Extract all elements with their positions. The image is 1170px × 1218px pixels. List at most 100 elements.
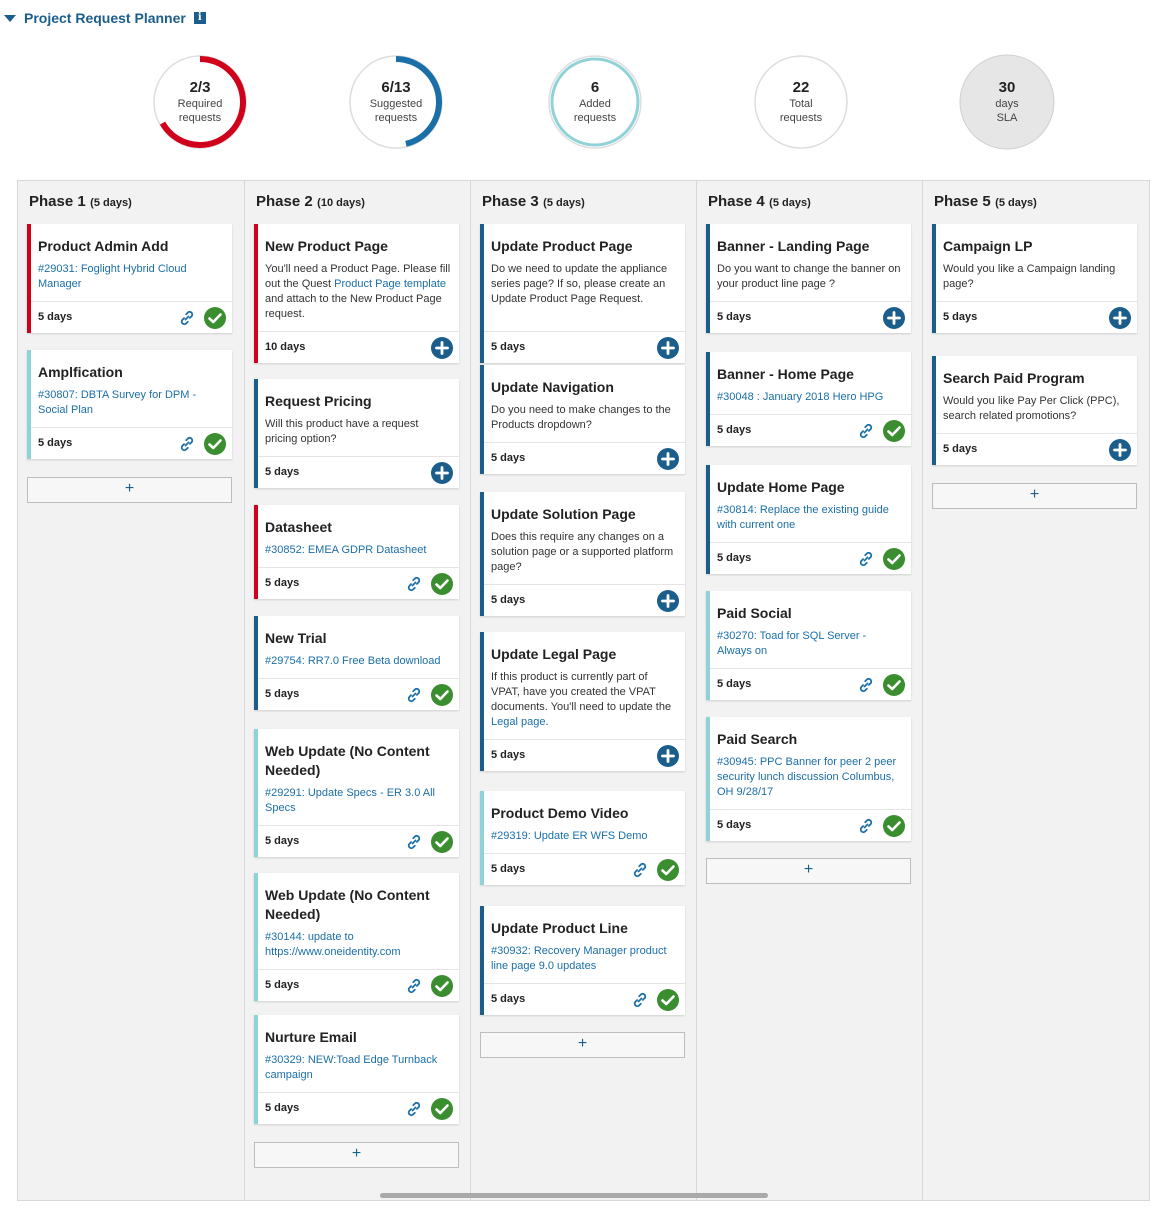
request-card[interactable]: Web Update (No Content Needed) #30144: up… bbox=[254, 873, 459, 1001]
request-card[interactable]: New Product Page You'll need a Product Pa… bbox=[254, 224, 459, 363]
request-link[interactable]: #29319: Update ER WFS Demo bbox=[491, 829, 677, 844]
link-icon[interactable] bbox=[858, 551, 874, 567]
request-card[interactable]: Request Pricing Will this product have a … bbox=[254, 379, 459, 488]
link-icon[interactable] bbox=[406, 576, 422, 592]
request-card[interactable]: Product Admin Add #29031: Foglight Hybrid… bbox=[27, 224, 232, 333]
request-card[interactable]: Datasheet #30852: EMEA GDPR Datasheet 5 da… bbox=[254, 505, 459, 599]
card-footer: 5 days bbox=[258, 1092, 459, 1124]
request-link[interactable]: #29291: Update Specs - ER 3.0 All Specs bbox=[265, 786, 451, 816]
request-card[interactable]: Search Paid Program Would you like Pay Pe… bbox=[932, 356, 1137, 465]
add-request-button[interactable]: + bbox=[480, 1032, 685, 1058]
add-circle-icon[interactable] bbox=[883, 307, 905, 329]
link-icon[interactable] bbox=[406, 1101, 422, 1117]
add-request-button[interactable]: + bbox=[27, 477, 232, 503]
info-icon[interactable]: i bbox=[193, 12, 206, 24]
request-card[interactable]: Update Navigation Do you need to make cha… bbox=[480, 365, 685, 474]
add-request-button[interactable]: + bbox=[932, 483, 1137, 509]
card-title: Update Product Page bbox=[491, 238, 633, 254]
check-icon[interactable] bbox=[883, 548, 905, 570]
card-footer: 5 days bbox=[484, 853, 685, 885]
check-icon[interactable] bbox=[883, 420, 905, 442]
check-icon[interactable] bbox=[431, 831, 453, 853]
stat-text: 2/3 Required requests bbox=[152, 54, 248, 150]
link-icon[interactable] bbox=[632, 862, 648, 878]
request-link[interactable]: #30932: Recovery Manager product line pa… bbox=[491, 944, 677, 974]
request-card[interactable]: Product Demo Video #29319: Update ER WFS … bbox=[480, 791, 685, 885]
link-icon[interactable] bbox=[406, 687, 422, 703]
request-link[interactable]: #30270: Toad for SQL Server - Always on bbox=[717, 629, 903, 659]
request-card[interactable]: Update Legal Page If this product is curr… bbox=[480, 632, 685, 771]
check-icon[interactable] bbox=[883, 815, 905, 837]
add-request-button[interactable]: + bbox=[706, 858, 911, 884]
link-icon[interactable] bbox=[179, 310, 195, 326]
page-title: Project Request Planner bbox=[24, 10, 186, 26]
add-circle-icon[interactable] bbox=[657, 745, 679, 767]
phase-duration: (5 days) bbox=[543, 197, 585, 209]
link-icon[interactable] bbox=[406, 834, 422, 850]
check-icon[interactable] bbox=[657, 859, 679, 881]
request-card[interactable]: Amplfication #30807: DBTA Survey for DPM … bbox=[27, 350, 232, 459]
request-card[interactable]: Update Product Page Do we need to update … bbox=[480, 224, 685, 363]
check-icon[interactable] bbox=[204, 433, 226, 455]
request-link[interactable]: #30807: DBTA Survey for DPM - Social Pla… bbox=[38, 388, 224, 418]
request-link[interactable]: #29031: Foglight Hybrid Cloud Manager bbox=[38, 262, 224, 292]
request-card[interactable]: Update Home Page #30814: Replace the exis… bbox=[706, 465, 911, 574]
stat-ring: 2/3 Required requests bbox=[152, 54, 248, 150]
inline-link[interactable]: Product Page template bbox=[334, 278, 446, 290]
request-card[interactable]: Web Update (No Content Needed) #29291: Up… bbox=[254, 729, 459, 857]
link-icon[interactable] bbox=[179, 436, 195, 452]
request-link[interactable]: #30329: NEW:Toad Edge Turnback campaign bbox=[265, 1053, 451, 1083]
request-card[interactable]: New Trial #29754: RR7.0 Free Beta downloa… bbox=[254, 616, 459, 710]
collapse-caret-icon[interactable] bbox=[4, 14, 16, 22]
link-icon[interactable] bbox=[858, 423, 874, 439]
card-duration: 5 days bbox=[491, 863, 526, 875]
check-icon[interactable] bbox=[657, 989, 679, 1011]
card-description: Does this require any changes on a solut… bbox=[491, 531, 674, 573]
request-card[interactable]: Banner - Home Page #30048 : January 2018 … bbox=[706, 352, 911, 446]
link-icon[interactable] bbox=[858, 677, 874, 693]
request-card[interactable]: Nurture Email #30329: NEW:Toad Edge Turnb… bbox=[254, 1015, 459, 1124]
check-icon[interactable] bbox=[883, 674, 905, 696]
check-icon[interactable] bbox=[431, 1098, 453, 1120]
add-circle-icon[interactable] bbox=[431, 462, 453, 484]
card-duration: 5 days bbox=[491, 749, 526, 761]
add-circle-icon[interactable] bbox=[657, 448, 679, 470]
request-link[interactable]: #29754: RR7.0 Free Beta download bbox=[265, 654, 451, 669]
stat-value: 2/3 bbox=[189, 79, 211, 96]
request-card[interactable]: Update Solution Page Does this require an… bbox=[480, 492, 685, 616]
add-circle-icon[interactable] bbox=[1109, 307, 1131, 329]
request-card[interactable]: Campaign LP Would you like a Campaign lan… bbox=[932, 224, 1137, 333]
request-card[interactable]: Paid Social #30270: Toad for SQL Server -… bbox=[706, 591, 911, 700]
request-card[interactable]: Update Product Line #30932: Recovery Mana… bbox=[480, 906, 685, 1015]
add-circle-icon[interactable] bbox=[657, 590, 679, 612]
horizontal-scrollbar[interactable] bbox=[380, 1193, 768, 1198]
request-link[interactable]: #30852: EMEA GDPR Datasheet bbox=[265, 543, 451, 558]
add-circle-icon[interactable] bbox=[431, 337, 453, 359]
add-circle-icon[interactable] bbox=[1109, 439, 1131, 461]
card-title: Amplfication bbox=[38, 364, 123, 380]
check-icon[interactable] bbox=[431, 975, 453, 997]
add-request-button[interactable]: + bbox=[254, 1142, 459, 1168]
request-card[interactable]: Banner - Landing Page Do you want to chan… bbox=[706, 224, 911, 333]
card-description: Would you like Pay Per Click (PPC), sear… bbox=[943, 395, 1120, 422]
link-icon[interactable] bbox=[858, 818, 874, 834]
request-link[interactable]: #30048 : January 2018 Hero HPG bbox=[717, 390, 903, 405]
card-title: Web Update (No Content Needed) bbox=[265, 743, 430, 778]
check-icon[interactable] bbox=[204, 307, 226, 329]
card-footer: 5 days bbox=[710, 301, 911, 333]
stat-label: SLA bbox=[996, 112, 1018, 124]
request-link[interactable]: #30814: Replace the existing guide with … bbox=[717, 503, 903, 533]
phase-duration: (5 days) bbox=[995, 197, 1037, 209]
link-icon[interactable] bbox=[632, 992, 648, 1008]
check-icon[interactable] bbox=[431, 684, 453, 706]
request-link[interactable]: #30945: PPC Banner for peer 2 peer secur… bbox=[717, 755, 903, 800]
phase-header: Phase 5 (5 days) bbox=[934, 193, 1037, 211]
request-link[interactable]: #30144: update to https://www.oneidentit… bbox=[265, 930, 451, 960]
card-duration: 5 days bbox=[717, 819, 752, 831]
stat-value: 22 bbox=[792, 79, 810, 96]
link-icon[interactable] bbox=[406, 978, 422, 994]
inline-link[interactable]: Legal page bbox=[491, 716, 545, 728]
check-icon[interactable] bbox=[431, 573, 453, 595]
add-circle-icon[interactable] bbox=[657, 337, 679, 359]
request-card[interactable]: Paid Search #30945: PPC Banner for peer 2… bbox=[706, 717, 911, 841]
